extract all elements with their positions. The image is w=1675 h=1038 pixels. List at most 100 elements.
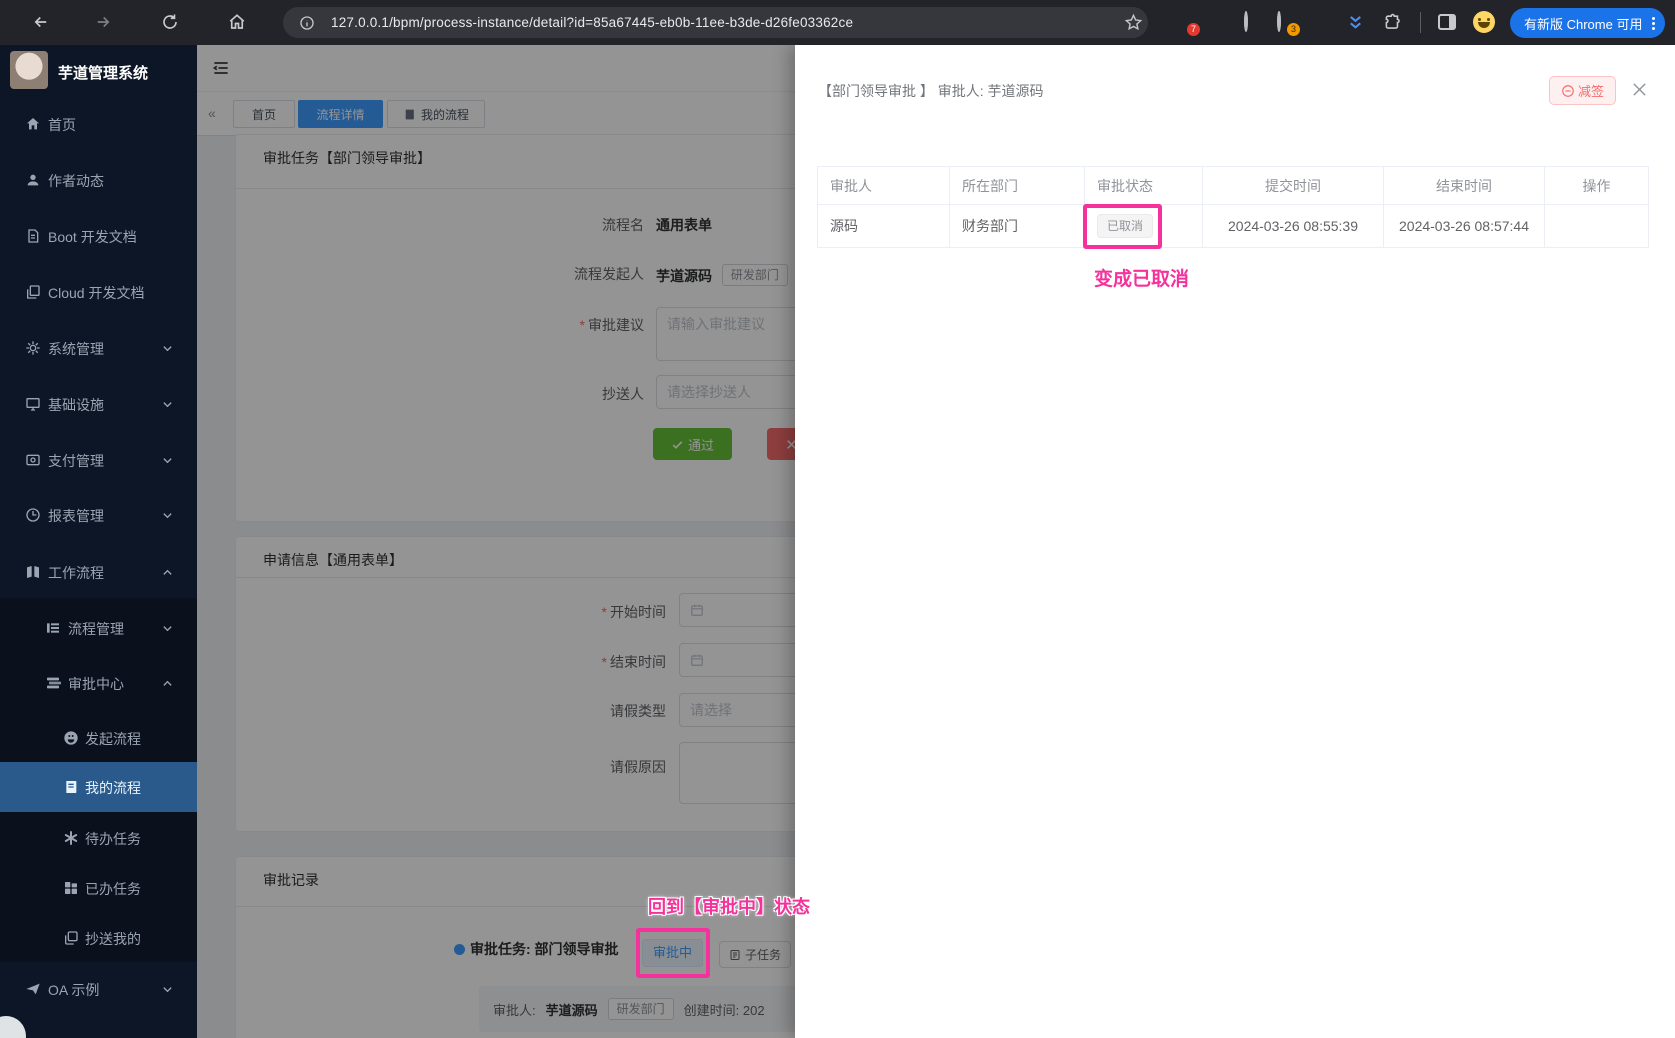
sidebar-item-label: Boot 开发文档 bbox=[48, 227, 137, 247]
logo-avatar bbox=[10, 51, 48, 89]
address-bar[interactable]: 127.0.0.1/bpm/process-instance/detail?id… bbox=[283, 7, 1148, 38]
side-panel-icon[interactable] bbox=[1438, 14, 1456, 30]
sidebar-item-label: OA 示例 bbox=[48, 980, 99, 1000]
monitor-icon bbox=[25, 396, 41, 412]
sidebar-item-home[interactable]: 首页 bbox=[0, 99, 197, 149]
sidebar-item-label: 发起流程 bbox=[85, 729, 141, 749]
sidebar-item-label: Cloud 开发文档 bbox=[48, 283, 144, 303]
extension-ball-icon[interactable] bbox=[1243, 13, 1262, 32]
approver-table: 审批人 所在部门 审批状态 提交时间 结束时间 操作 源码 财务部门 已取消 2… bbox=[817, 166, 1649, 248]
approval-detail-drawer: 【部门领导审批 】 审批人: 芋道源码 减签 审批人 所在部门 审批状态 提交时… bbox=[795, 45, 1675, 1038]
sidebar-item-author[interactable]: 作者动态 bbox=[0, 155, 197, 205]
sidebar-item-label: 待办任务 bbox=[85, 829, 141, 849]
report-icon bbox=[25, 507, 41, 523]
sidebar-item-label: 首页 bbox=[48, 115, 76, 135]
sidebar-item-approval-center[interactable]: 审批中心 bbox=[0, 658, 197, 708]
sidebar-item-label: 审批中心 bbox=[68, 674, 124, 694]
sidebar-item-cc-me[interactable]: 抄送我的 bbox=[0, 913, 197, 963]
extension-star-icon[interactable] bbox=[1312, 13, 1331, 32]
col-department: 所在部门 bbox=[950, 167, 1085, 205]
cell-action bbox=[1545, 205, 1649, 248]
refresh-icon[interactable] bbox=[159, 11, 181, 33]
sidebar-item-label: 已办任务 bbox=[85, 879, 141, 899]
url-text[interactable]: 127.0.0.1/bpm/process-instance/detail?id… bbox=[331, 15, 853, 30]
screenshot-root: 127.0.0.1/bpm/process-instance/detail?id… bbox=[0, 0, 1675, 1038]
sidebar-item-label: 抄送我的 bbox=[85, 929, 141, 949]
sidebar-item-cloud-docs[interactable]: Cloud 开发文档 bbox=[0, 267, 197, 317]
approval-stack-icon bbox=[45, 675, 61, 691]
cell-end-time: 2024-03-26 08:57:44 bbox=[1384, 205, 1545, 248]
close-icon[interactable] bbox=[1631, 81, 1648, 98]
browser-menu-icon[interactable] bbox=[1652, 17, 1655, 30]
sidebar-item-report[interactable]: 报表管理 bbox=[0, 490, 197, 540]
sidebar-item-label: 报表管理 bbox=[48, 506, 104, 526]
gear-icon bbox=[25, 340, 41, 356]
extension-icon[interactable]: 7 bbox=[1176, 13, 1195, 32]
sidebar-item-system[interactable]: 系统管理 bbox=[0, 323, 197, 373]
chevron-down-icon bbox=[162, 623, 173, 634]
notebook-icon bbox=[63, 779, 79, 795]
sidebar-item-boot-docs[interactable]: Boot 开发文档 bbox=[0, 211, 197, 261]
back-icon[interactable] bbox=[30, 11, 52, 33]
extension-icon[interactable]: 3 bbox=[1276, 13, 1295, 32]
sidebar-item-label: 工作流程 bbox=[48, 563, 104, 583]
user-icon bbox=[25, 172, 41, 188]
sidebar-item-label: 我的流程 bbox=[85, 778, 141, 798]
grid-icon bbox=[63, 880, 79, 896]
annotation-revert-note: 回到【审批中】状态 bbox=[648, 893, 810, 919]
table-row[interactable]: 源码 财务部门 已取消 2024-03-26 08:55:39 2024-03-… bbox=[818, 205, 1649, 248]
documents-icon bbox=[25, 284, 41, 300]
smile-icon bbox=[63, 730, 79, 746]
profile-avatar[interactable] bbox=[1473, 11, 1495, 33]
chevron-down-icon bbox=[162, 510, 173, 521]
sidebar-item-oa-demo[interactable]: OA 示例 bbox=[0, 964, 197, 1014]
sidebar-item-my-process[interactable]: 我的流程 bbox=[0, 762, 197, 812]
sidebar-item-label: 流程管理 bbox=[68, 619, 124, 639]
corner-helper-button[interactable] bbox=[0, 1016, 26, 1038]
chevron-up-icon bbox=[162, 678, 173, 689]
sidebar-item-label: 支付管理 bbox=[48, 451, 104, 471]
sidebar-item-workflow[interactable]: 工作流程 bbox=[0, 547, 197, 597]
site-info-icon[interactable] bbox=[299, 15, 315, 31]
sidebar-item-payment[interactable]: 支付管理 bbox=[0, 435, 197, 485]
extension-badge: 3 bbox=[1287, 23, 1300, 36]
app-logo[interactable]: 芋道管理系统 bbox=[0, 45, 197, 97]
browser-chrome: 127.0.0.1/bpm/process-instance/detail?id… bbox=[0, 0, 1675, 45]
extensions-puzzle-icon[interactable] bbox=[1384, 13, 1403, 32]
col-approver: 审批人 bbox=[818, 167, 950, 205]
sidebar-item-process-mgmt[interactable]: 流程管理 bbox=[0, 603, 197, 653]
asterisk-icon bbox=[63, 830, 79, 846]
bookmark-star-icon[interactable] bbox=[1124, 13, 1143, 32]
plane-icon bbox=[25, 981, 41, 997]
app-title: 芋道管理系统 bbox=[58, 62, 148, 83]
col-action: 操作 bbox=[1545, 167, 1649, 205]
table-header-row: 审批人 所在部门 审批状态 提交时间 结束时间 操作 bbox=[818, 167, 1649, 205]
sidebar-item-done-tasks[interactable]: 已办任务 bbox=[0, 863, 197, 913]
cell-department: 财务部门 bbox=[950, 205, 1085, 248]
document-icon bbox=[25, 228, 41, 244]
chevron-up-icon bbox=[162, 567, 173, 578]
chevron-down-icon bbox=[162, 399, 173, 410]
copy-icon bbox=[63, 930, 79, 946]
chevron-down-icon bbox=[162, 984, 173, 995]
sidebar-item-label: 基础设施 bbox=[48, 395, 104, 415]
sidebar-item-infra[interactable]: 基础设施 bbox=[0, 379, 197, 429]
chevron-down-icon bbox=[162, 343, 173, 354]
chrome-update-button[interactable]: 有新版 Chrome 可用 bbox=[1510, 8, 1665, 38]
forward-icon[interactable] bbox=[92, 11, 114, 33]
payment-icon bbox=[25, 452, 41, 468]
sidebar-item-start-process[interactable]: 发起流程 bbox=[0, 713, 197, 763]
extension-gem-icon[interactable] bbox=[1210, 13, 1229, 32]
sidebar: 芋道管理系统 首页 作者动态 Boot 开发文档 Cloud 开发文档 系统管理… bbox=[0, 45, 197, 1038]
drawer-title: 【部门领导审批 】 审批人: 芋道源码 bbox=[818, 81, 1044, 101]
sidebar-item-todo-tasks[interactable]: 待办任务 bbox=[0, 813, 197, 863]
extension-chevrons-icon[interactable] bbox=[1346, 13, 1365, 32]
home-icon[interactable] bbox=[226, 11, 248, 33]
reduce-sign-button[interactable]: 减签 bbox=[1549, 76, 1616, 105]
cell-approver: 源码 bbox=[818, 205, 950, 248]
annotation-cancelled-note: 变成已取消 bbox=[1094, 264, 1189, 291]
home-icon bbox=[25, 116, 41, 132]
chrome-update-label: 有新版 Chrome 可用 bbox=[1524, 14, 1642, 33]
sidebar-item-label: 作者动态 bbox=[48, 171, 104, 191]
annotation-box-status bbox=[636, 928, 710, 978]
